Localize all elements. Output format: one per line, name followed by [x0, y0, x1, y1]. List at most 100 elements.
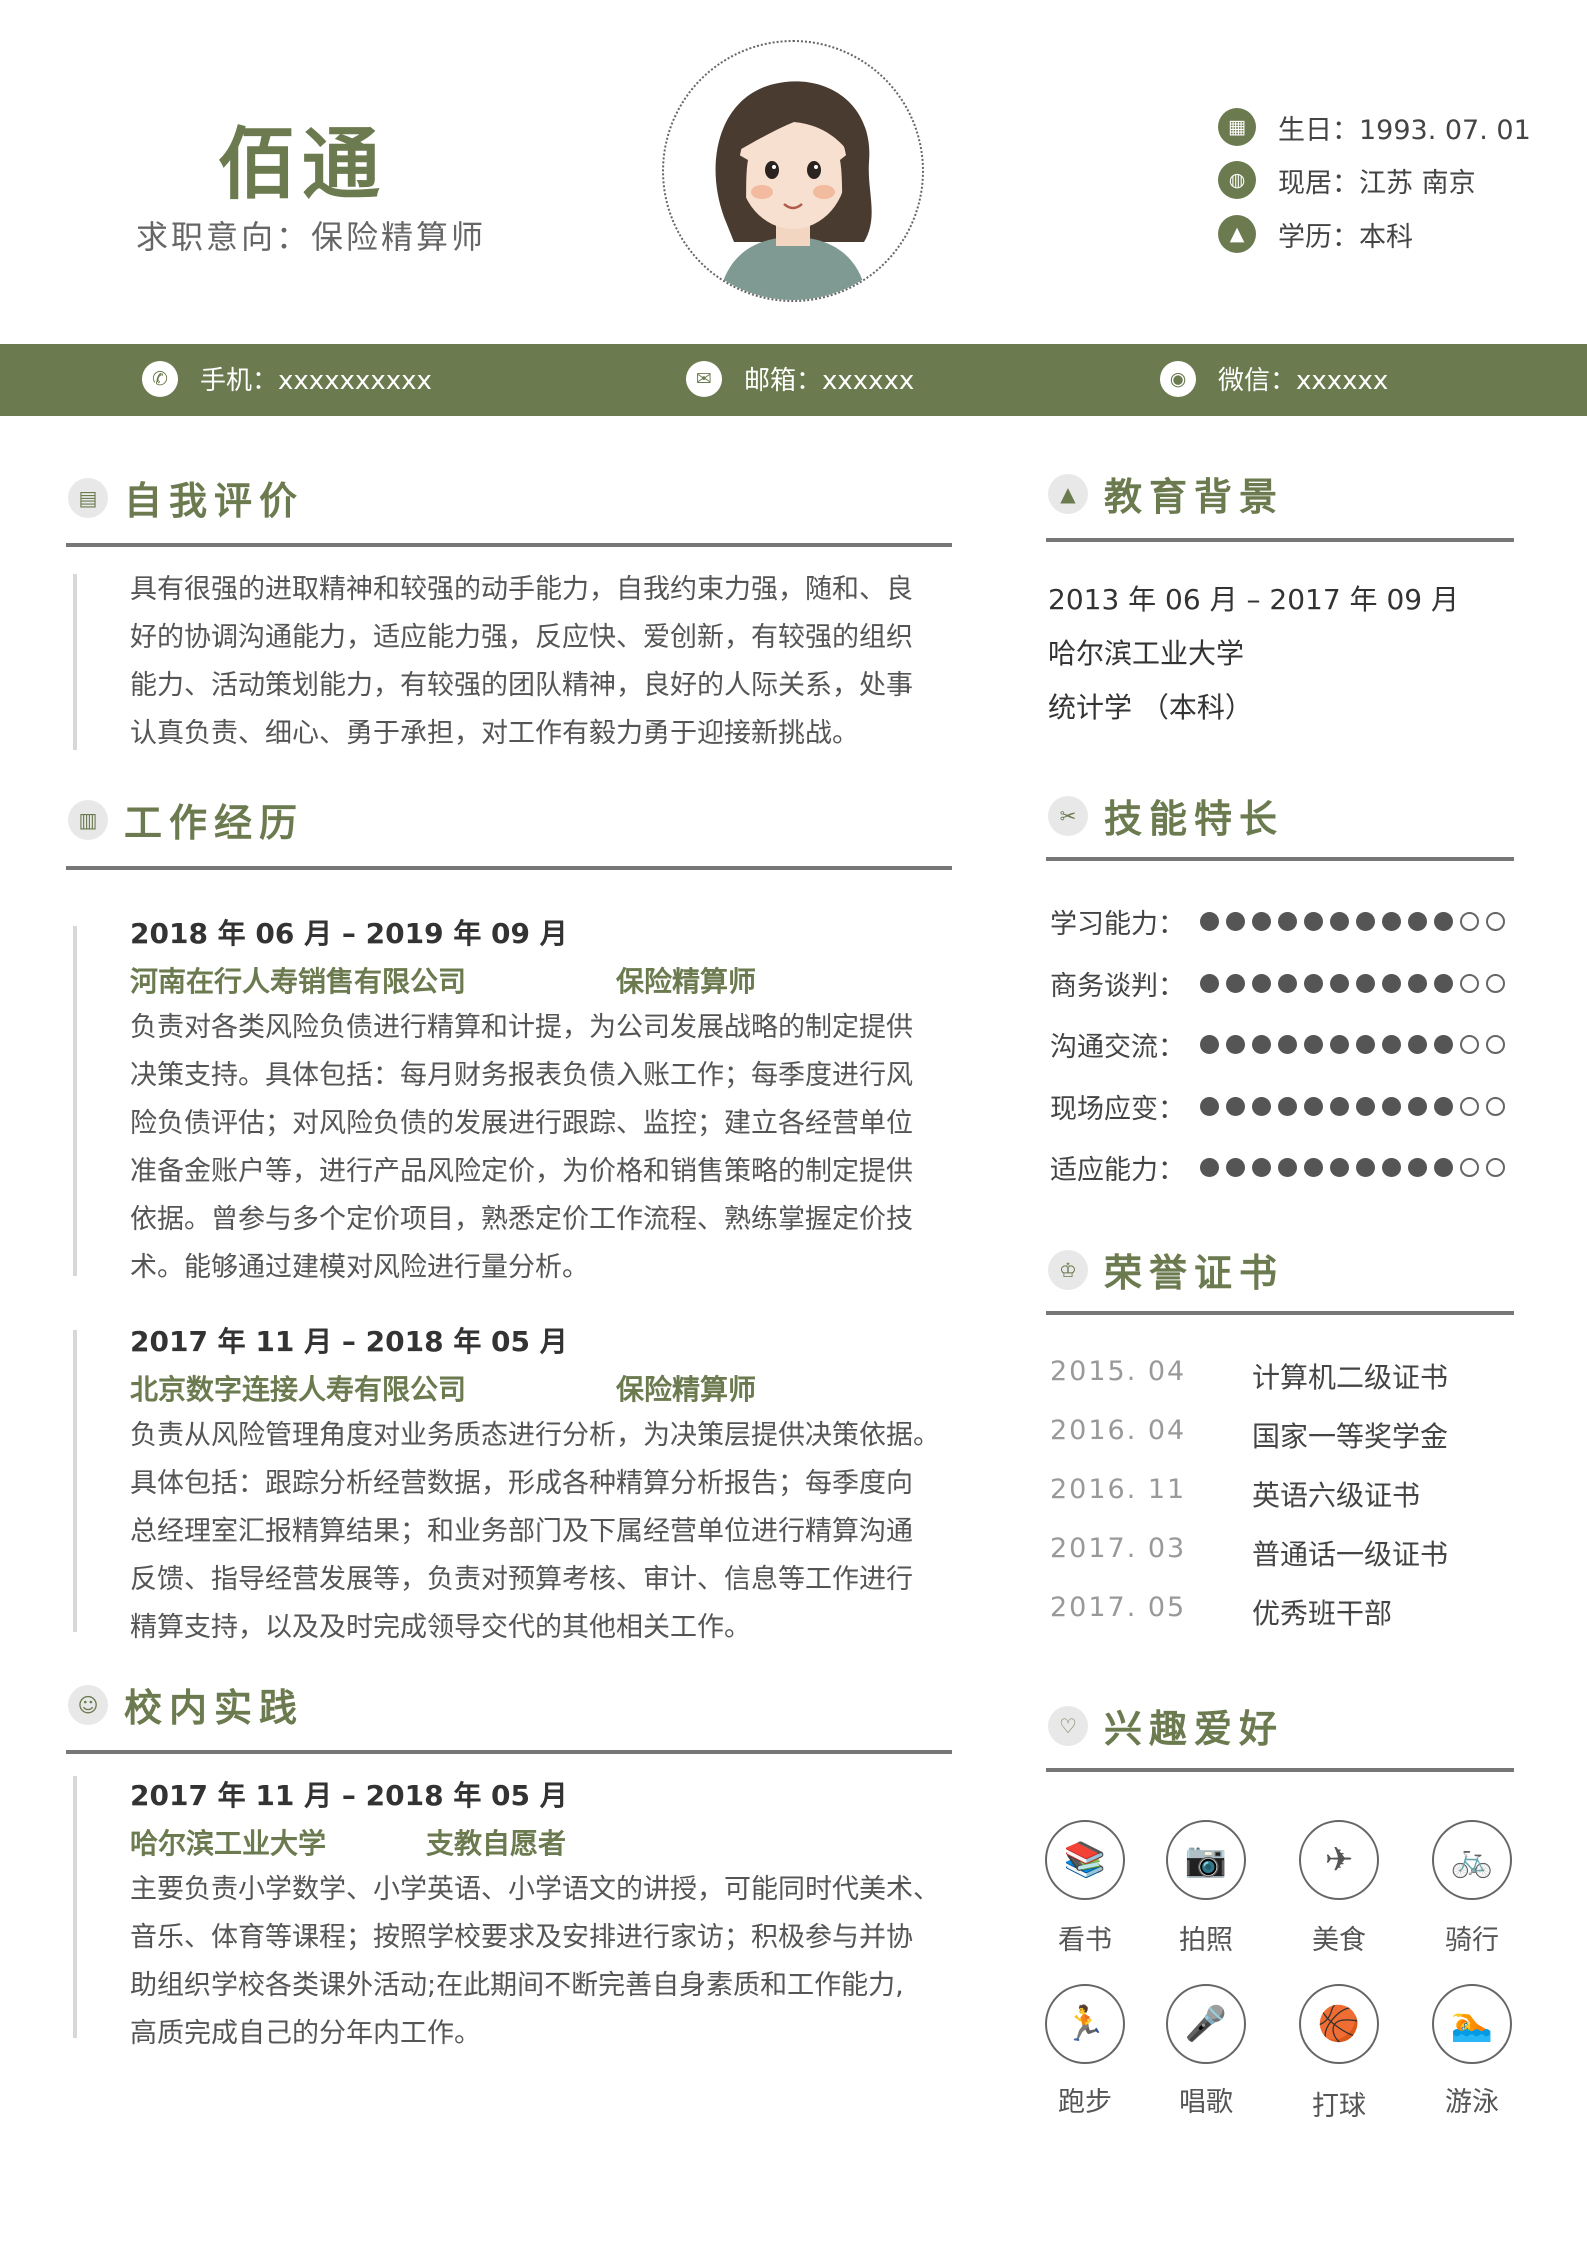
work-date: 2017 年 11 月 – 2018 年 05 月 [130, 1325, 568, 1358]
rating-dot-filled [1252, 1097, 1271, 1116]
text-line: 音乐、体育等课程；按照学校要求及安排进行家访；积极参与并协 [130, 1922, 913, 1953]
rating-dot-empty [1486, 1097, 1505, 1116]
honor-date: 2016. 11 [1050, 1474, 1187, 1505]
section-divider [66, 543, 952, 547]
rating-dot-filled [1200, 974, 1219, 993]
honor-name: 国家一等奖学金 [1252, 1420, 1449, 1453]
swimming-icon: 🏊 [1432, 1984, 1512, 2064]
section-work: ▥ 工作经历 [68, 792, 304, 847]
rating-dot-filled [1226, 974, 1245, 993]
rating-dot-filled [1408, 912, 1427, 931]
skill-rating [1200, 974, 1512, 993]
honor-date: 2015. 04 [1050, 1356, 1187, 1387]
rating-dot-filled [1408, 1097, 1427, 1116]
heart-icon: ♡ [1048, 1705, 1088, 1746]
honor-name: 英语六级证书 [1252, 1479, 1421, 1512]
candidate-name: 佰通 [218, 120, 387, 210]
rating-dot-filled [1382, 974, 1401, 993]
section-campus: ☺ 校内实践 [68, 1677, 304, 1732]
running-icon: 🏃 [1045, 1984, 1125, 2064]
campus-org: 哈尔滨工业大学 [130, 1827, 327, 1860]
contact-wechat: ◉ 微信：xxxxxx [1160, 360, 1388, 397]
hobby-label: 骑行 [1445, 1925, 1499, 1956]
rating-dot-filled [1408, 974, 1427, 993]
basketball-icon: 🏀 [1299, 1984, 1379, 2064]
bicycle-icon: 🚲 [1432, 1820, 1512, 1900]
timeline-line [73, 1330, 77, 1632]
rating-dot-empty [1486, 974, 1505, 993]
rating-dot-empty [1486, 912, 1505, 931]
hobby-label: 美食 [1312, 1925, 1366, 1956]
rating-dot-empty [1460, 912, 1479, 931]
section-title: 校内实践 [124, 1686, 305, 1730]
contact-email: ✉ 邮箱：xxxxxx [686, 360, 914, 397]
rating-dot-filled [1278, 1097, 1297, 1116]
honor-name: 计算机二级证书 [1252, 1361, 1449, 1394]
info-residence: ◍ 现居：江苏 南京 [1218, 160, 1476, 200]
books-icon: 📚 [1045, 1820, 1125, 1900]
rating-dot-filled [1226, 1097, 1245, 1116]
hobby-label: 游泳 [1445, 2087, 1499, 2118]
rating-dot-filled [1434, 1035, 1453, 1054]
rating-dot-filled [1382, 1158, 1401, 1177]
rating-dot-filled [1200, 912, 1219, 931]
hobby-label: 唱歌 [1179, 2087, 1233, 2118]
text-line: 具体包括：跟踪分析经营数据，形成各种精算分析报告；每季度向 [130, 1468, 913, 1499]
section-divider [66, 866, 952, 870]
text-line: 总经理室汇报精算结果；和业务部门及下属经营单位进行精算沟通 [130, 1516, 913, 1547]
skill-label: 现场应变： [1050, 1094, 1185, 1125]
rating-dot-filled [1330, 1035, 1349, 1054]
work-role: 保险精算师 [616, 1373, 757, 1406]
honor-name: 优秀班干部 [1252, 1597, 1393, 1630]
text-line: 准备金账户等，进行产品风险定价，为价格和销售策略的制定提供 [130, 1156, 913, 1187]
hobby-label: 打球 [1312, 2091, 1366, 2122]
rating-dot-filled [1278, 912, 1297, 931]
section-divider [1046, 538, 1514, 542]
rating-dot-filled [1304, 1158, 1323, 1177]
text-line: 反馈、指导经营发展等，负责对预算考核、审计、信息等工作进行 [130, 1564, 913, 1595]
education-major: 统计学 （本科） [1048, 691, 1253, 724]
rating-dot-empty [1486, 1035, 1505, 1054]
section-divider [1046, 857, 1514, 861]
work-description: 负责从风险管理角度对业务质态进行分析，为决策层提供决策依据。 具体包括：跟踪分析… [130, 1412, 970, 1652]
rating-dot-empty [1460, 974, 1479, 993]
skill-label: 学习能力： [1050, 909, 1185, 940]
section-title: 兴趣爱好 [1104, 1707, 1285, 1751]
hobby-label: 跑步 [1058, 2087, 1112, 2118]
rating-dot-filled [1356, 912, 1375, 931]
text-line: 主要负责小学数学、小学英语、小学语文的讲授，可能同时代美术、 [130, 1874, 940, 1905]
work-company: 河南在行人寿销售有限公司 [130, 965, 467, 998]
timeline-line [73, 926, 77, 1276]
rating-dot-filled [1408, 1035, 1427, 1054]
text-line: 认真负责、细心、勇于承担，对工作有毅力勇于迎接新挑战。 [130, 718, 859, 749]
mail-icon: ✉ [686, 360, 722, 397]
section-self-eval: ▤ 自我评价 [68, 470, 304, 525]
section-divider [1046, 1311, 1514, 1315]
rating-dot-filled [1330, 912, 1349, 931]
graduation-cap-icon: ▲ [1218, 215, 1256, 253]
globe-icon: ◍ [1218, 161, 1256, 199]
text-line: 具有很强的进取精神和较强的动手能力，自我约束力强，随和、良 [130, 574, 913, 605]
rating-dot-filled [1252, 974, 1271, 993]
rating-dot-filled [1304, 974, 1323, 993]
rating-dot-filled [1226, 912, 1245, 931]
rating-dot-filled [1408, 1158, 1427, 1177]
section-title: 工作经历 [124, 801, 305, 845]
info-education: ▲ 学历：本科 [1218, 214, 1413, 254]
section-honors: ♔ 荣誉证书 [1048, 1242, 1284, 1297]
rating-dot-filled [1434, 1097, 1453, 1116]
birthday-text: 生日：1993. 07. 01 [1278, 114, 1531, 146]
section-divider [1046, 1768, 1514, 1772]
camera-icon: 📷 [1166, 1820, 1246, 1900]
rating-dot-filled [1382, 1097, 1401, 1116]
graduation-cap-icon: ▲ [1048, 473, 1088, 514]
section-title: 技能特长 [1104, 797, 1285, 841]
rating-dot-filled [1226, 1158, 1245, 1177]
education-date: 2013 年 06 月 – 2017 年 09 月 [1048, 583, 1459, 616]
rating-dot-filled [1304, 1097, 1323, 1116]
rating-dot-filled [1356, 1158, 1375, 1177]
section-skills: ✂ 技能特长 [1048, 788, 1284, 843]
education-level-text: 学历：本科 [1278, 221, 1413, 253]
section-hobbies: ♡ 兴趣爱好 [1048, 1698, 1284, 1753]
rating-dot-filled [1304, 912, 1323, 931]
